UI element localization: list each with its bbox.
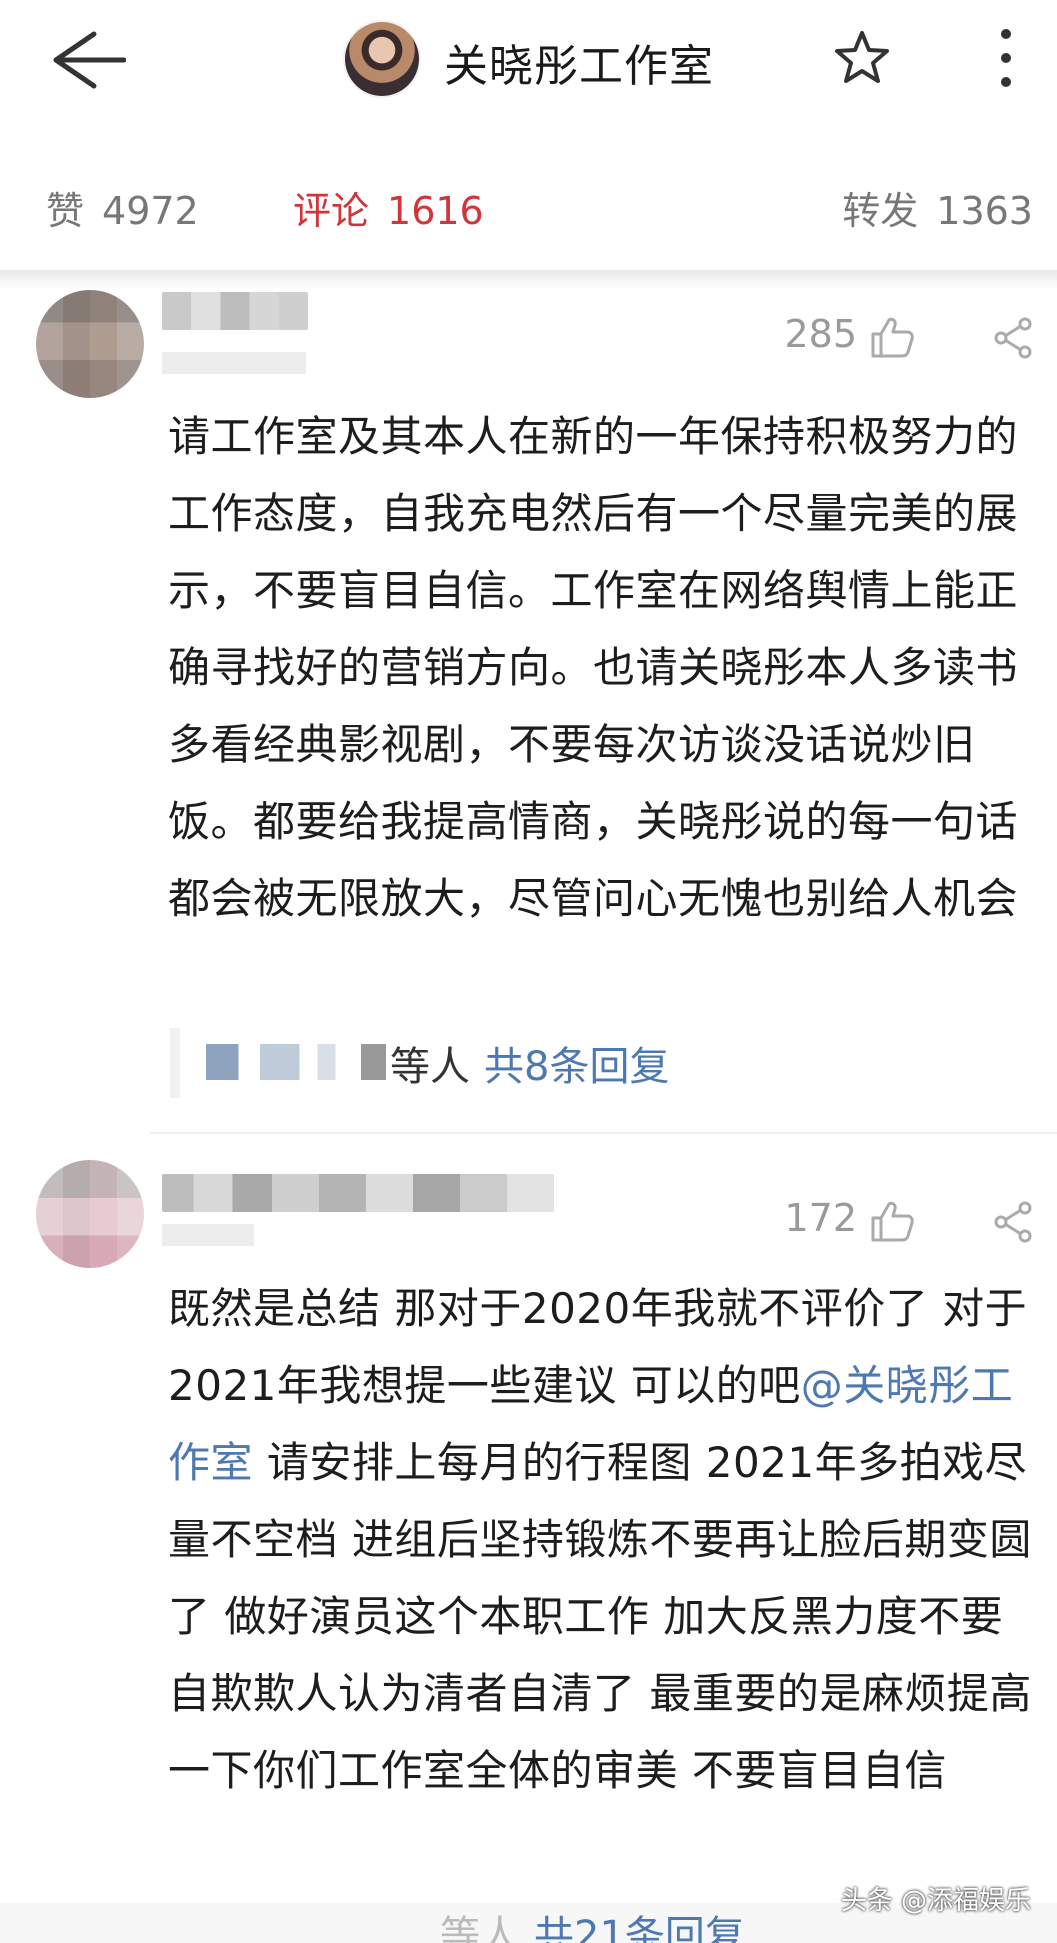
comment-item: 172 既然是总结 那对于2020年我就不评价了 对于2021年我想提一些建议 …	[0, 1160, 1057, 1920]
likes-label: 赞	[46, 189, 85, 233]
blurred-reply-names	[206, 1044, 386, 1080]
blurred-username[interactable]	[162, 1174, 554, 1212]
avatar[interactable]	[36, 1160, 144, 1268]
view-replies-link[interactable]: 共8条回复	[484, 1044, 669, 1090]
more-vertical-icon[interactable]	[994, 26, 1018, 90]
reply-indent-bar	[170, 1028, 180, 1098]
page-title: 关晓彤工作室	[444, 41, 714, 92]
likes-count: 4972	[102, 189, 199, 233]
tab-comments[interactable]: 评论 1616	[293, 180, 484, 235]
tab-likes[interactable]: 赞 4972	[46, 180, 199, 235]
reply-suffix: 等人	[390, 1044, 470, 1090]
thumbs-up-icon[interactable]	[869, 1198, 915, 1244]
blurred-username[interactable]	[162, 292, 308, 330]
reply-summary[interactable]: 等人 共21条回复	[440, 1903, 745, 1943]
like-count: 285	[784, 312, 857, 356]
comment-text: 请工作室及其本人在新的一年保持积极努力的工作态度，自我充电然后有一个尽量完美的展…	[168, 412, 1019, 923]
share-icon[interactable]	[991, 316, 1035, 360]
arrow-left-icon[interactable]	[46, 28, 126, 92]
comment-text-part: 请安排上每月的行程图 2021年多拍戏尽量不空档 进组后坚持锻炼不要再让脸后期变…	[168, 1438, 1032, 1795]
star-outline-icon[interactable]	[832, 28, 892, 88]
reply-suffix: 等人	[440, 1913, 520, 1943]
avatar[interactable]	[36, 290, 144, 398]
comments-count: 1616	[387, 189, 484, 233]
view-replies-link[interactable]: 共21条回复	[534, 1913, 745, 1943]
like-count: 172	[784, 1196, 857, 1240]
blurred-meta	[162, 1224, 254, 1246]
comment-item: 285 请工作室及其本人在新的一年保持积极努力的工作态度，自我充电然后有一个尽量…	[0, 290, 1057, 1134]
stats-bar: 赞 4972 评论 1616 转发 1363	[0, 180, 1057, 250]
share-icon[interactable]	[991, 1200, 1035, 1244]
blurred-meta	[162, 352, 306, 374]
reposts-count: 1363	[936, 189, 1033, 233]
thumbs-up-icon[interactable]	[869, 314, 915, 360]
tab-shadow-divider	[0, 270, 1057, 290]
comments-label: 评论	[293, 189, 370, 233]
comment-text: 既然是总结 那对于2020年我就不评价了 对于2021年我想提一些建议 可以的吧…	[168, 1270, 1038, 1890]
watermark: 头条 @添福娱乐	[840, 1886, 1031, 1916]
account-avatar[interactable]	[345, 22, 419, 96]
reply-summary[interactable]: 等人 共8条回复	[170, 1028, 870, 1098]
top-bar: 关晓彤工作室	[0, 0, 1057, 120]
comment-divider	[150, 1132, 1057, 1134]
reposts-label: 转发	[842, 189, 919, 233]
tab-reposts[interactable]: 转发 1363	[842, 180, 1033, 235]
